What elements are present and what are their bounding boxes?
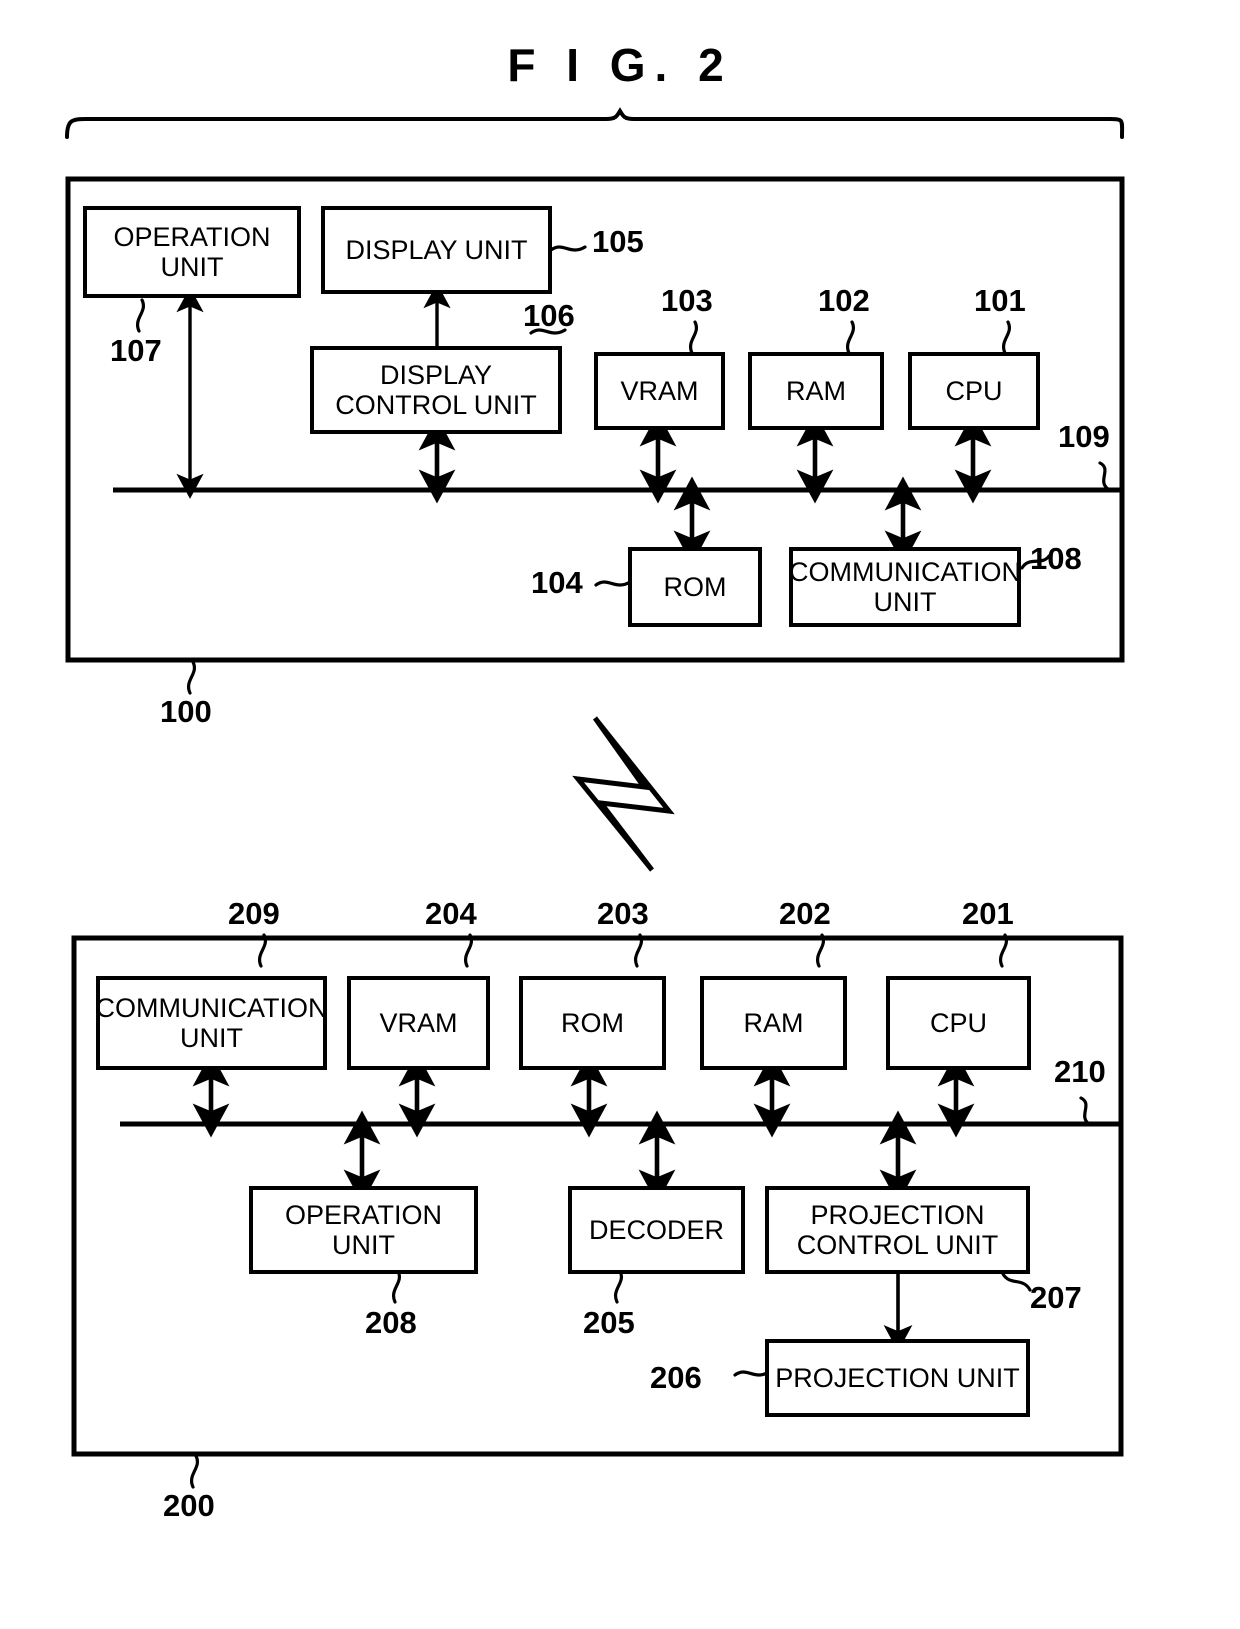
ref-205: 205 (583, 1305, 635, 1340)
ref-201: 201 (962, 896, 1014, 931)
figure-root: F I G. 2 OPERATION UNIT DISPLAY UNIT DIS… (0, 0, 1240, 1629)
box-projection-unit[interactable]: PROJECTION UNIT (765, 1339, 1030, 1417)
ref-200: 200 (163, 1488, 215, 1523)
box-label: DISPLAY UNIT (345, 234, 528, 265)
ref-109: 109 (1058, 419, 1110, 454)
ref-204: 204 (425, 896, 477, 931)
ref-203: 203 (597, 896, 649, 931)
box-vram-bottom[interactable]: VRAM (347, 976, 490, 1070)
box-label: PROJECTION UNIT (775, 1362, 1020, 1393)
box-display-control-unit[interactable]: DISPLAY CONTROL UNIT (310, 346, 562, 434)
box-label: CPU (945, 375, 1003, 406)
box-label: VRAM (379, 1007, 458, 1038)
ref-102: 102 (818, 283, 870, 318)
ref-207: 207 (1030, 1280, 1082, 1315)
ref-208: 208 (365, 1305, 417, 1340)
box-operation-unit-top[interactable]: OPERATION UNIT (83, 206, 301, 298)
ref-100: 100 (160, 694, 212, 729)
box-label: ROM (561, 1007, 624, 1038)
ref-103: 103 (661, 283, 713, 318)
ref-108: 108 (1030, 541, 1082, 576)
box-label: DISPLAY CONTROL UNIT (335, 359, 537, 420)
box-projection-control-unit[interactable]: PROJECTION CONTROL UNIT (765, 1186, 1030, 1274)
ref-107: 107 (110, 333, 162, 368)
box-communication-unit-top[interactable]: COMMUNICATION UNIT (789, 547, 1021, 627)
box-cpu-bottom[interactable]: CPU (886, 976, 1031, 1070)
box-label: DECODER (588, 1214, 724, 1245)
wireless-lightning-bolt-icon (572, 716, 675, 872)
box-decoder[interactable]: DECODER (568, 1186, 745, 1274)
box-rom-bottom[interactable]: ROM (519, 976, 666, 1070)
ref-106: 106 (523, 298, 575, 333)
ref-101: 101 (974, 283, 1026, 318)
ref-104: 104 (531, 565, 583, 600)
box-label: RAM (743, 1007, 804, 1038)
box-display-unit[interactable]: DISPLAY UNIT (321, 206, 552, 294)
box-label: RAM (786, 375, 846, 406)
box-ram-top[interactable]: RAM (748, 352, 884, 430)
ref-209: 209 (228, 896, 280, 931)
box-label: PROJECTION CONTROL UNIT (796, 1199, 999, 1260)
box-label: OPERATION UNIT (284, 1199, 443, 1260)
box-communication-unit-bottom[interactable]: COMMUNICATION UNIT (95, 976, 328, 1070)
box-label: CPU (929, 1007, 987, 1038)
box-label: COMMUNICATION UNIT (789, 556, 1021, 617)
box-cpu-top[interactable]: CPU (908, 352, 1040, 430)
box-label: ROM (663, 571, 727, 602)
ref-105: 105 (592, 224, 644, 259)
box-operation-unit-bottom[interactable]: OPERATION UNIT (249, 1186, 478, 1274)
ref-202: 202 (779, 896, 831, 931)
box-label: OPERATION UNIT (113, 221, 271, 282)
ref-210: 210 (1054, 1054, 1106, 1089)
top-brace (65, 107, 1125, 139)
box-ram-bottom[interactable]: RAM (700, 976, 847, 1070)
box-rom-top[interactable]: ROM (628, 547, 762, 627)
ref-206: 206 (650, 1360, 702, 1395)
box-vram-top[interactable]: VRAM (594, 352, 725, 430)
box-label: VRAM (620, 375, 699, 406)
box-label: COMMUNICATION UNIT (95, 992, 328, 1053)
